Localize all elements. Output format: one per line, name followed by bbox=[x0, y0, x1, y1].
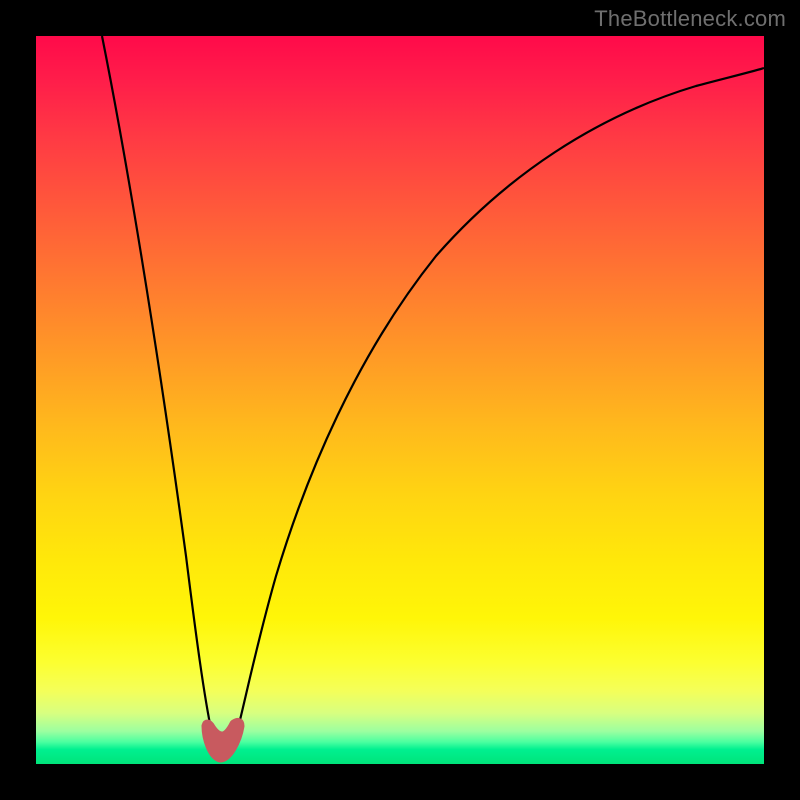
chart-frame: TheBottleneck.com bbox=[0, 0, 800, 800]
watermark-text: TheBottleneck.com bbox=[594, 6, 786, 32]
curve-layer bbox=[36, 36, 764, 764]
optimal-marker bbox=[206, 722, 240, 758]
bottleneck-curve bbox=[102, 36, 764, 754]
plot-area bbox=[36, 36, 764, 764]
